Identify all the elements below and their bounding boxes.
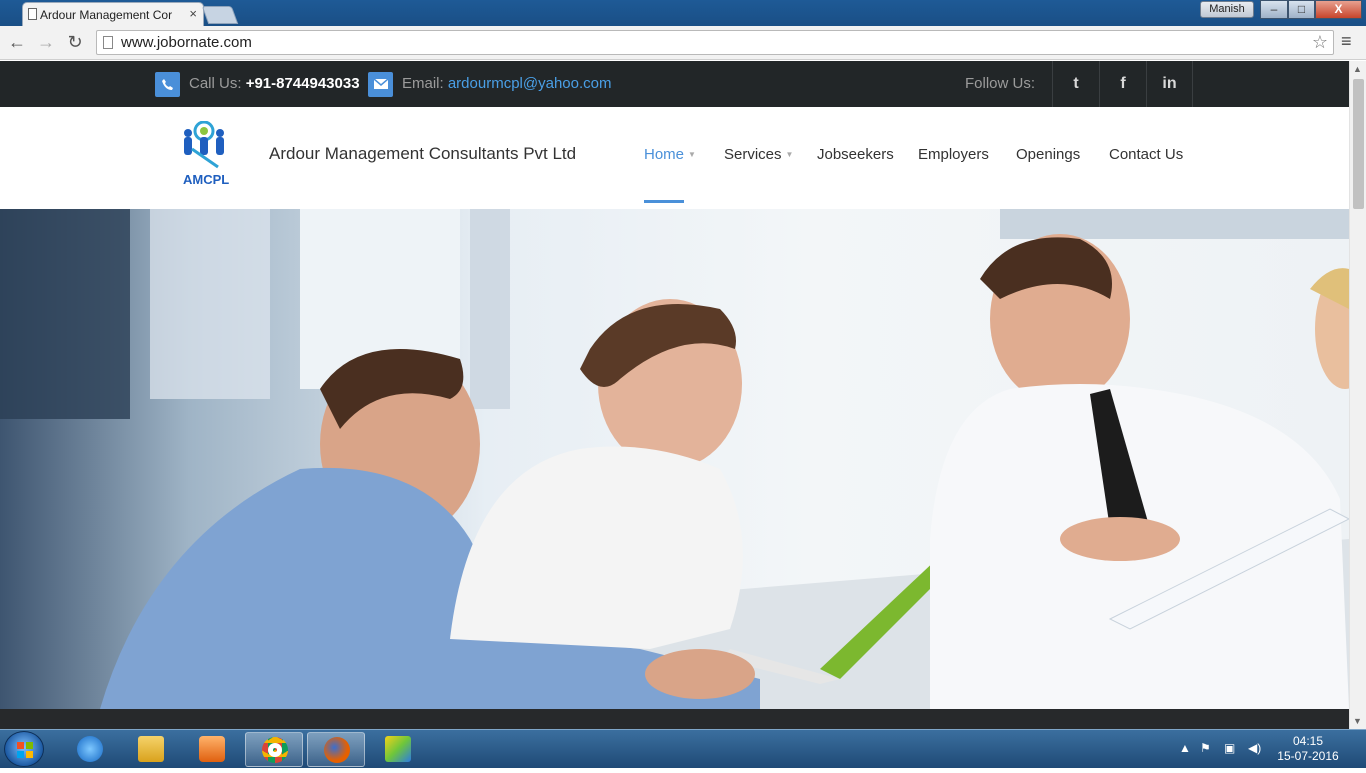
chrome-icon xyxy=(262,737,288,763)
nav-services-label: Services xyxy=(724,146,782,163)
caret-down-icon: ▼ xyxy=(688,150,696,159)
clock-date: 15-07-2016 xyxy=(1277,749,1339,763)
tab-title: Ardour Management Cor xyxy=(40,8,173,22)
media-player-taskbar-button[interactable] xyxy=(183,732,241,767)
network-icon[interactable]: ▣ xyxy=(1224,741,1235,755)
bookmark-star-icon[interactable]: ☆ xyxy=(1312,32,1328,53)
phone-icon xyxy=(155,72,180,97)
browser-menu-icon[interactable]: ≡ xyxy=(1341,31,1352,52)
active-nav-indicator xyxy=(644,200,684,203)
phone-number: +91-8744943033 xyxy=(245,75,360,92)
web-page: Call Us: +91-8744943033 Email: ardourmcp… xyxy=(0,61,1349,729)
show-hidden-icons[interactable]: ▲ xyxy=(1179,741,1191,755)
scroll-down-icon[interactable]: ▼ xyxy=(1353,716,1362,726)
scroll-up-icon[interactable]: ▲ xyxy=(1353,64,1362,74)
ie-icon xyxy=(77,736,103,762)
close-window-button[interactable]: X xyxy=(1315,0,1362,19)
nav-jobseekers[interactable]: Jobseekers xyxy=(817,146,894,163)
action-center-flag-icon[interactable]: ⚑ xyxy=(1200,741,1211,755)
email-label: Email: xyxy=(402,75,448,92)
new-tab-button[interactable] xyxy=(201,6,239,24)
email-icon xyxy=(368,72,393,97)
call-us-text: Call Us: +91-8744943033 xyxy=(189,75,360,92)
logo-text: AMCPL xyxy=(183,172,230,187)
contact-top-bar: Call Us: +91-8744943033 Email: ardourmcp… xyxy=(0,61,1349,107)
browser-tab[interactable]: Ardour Management Cor × xyxy=(22,2,204,26)
browser-toolbar: ← → ↻ www.jobornate.com ☆ ≡ xyxy=(0,26,1366,60)
follow-us-label: Follow Us: xyxy=(965,75,1036,92)
clock-time: 04:15 xyxy=(1292,734,1324,748)
firefox-taskbar-button[interactable] xyxy=(307,732,365,767)
bluestacks-icon xyxy=(385,736,411,762)
hero-banner-image xyxy=(0,209,1349,709)
bluestacks-taskbar-button[interactable] xyxy=(369,732,427,767)
profile-button[interactable]: Manish xyxy=(1200,1,1254,18)
call-us-label: Call Us: xyxy=(189,75,246,92)
maximize-button[interactable]: □ xyxy=(1288,0,1315,19)
facebook-icon[interactable]: f xyxy=(1099,61,1146,107)
internet-explorer-taskbar-button[interactable] xyxy=(61,732,119,767)
site-header: AMCPL Ardour Management Consultants Pvt … xyxy=(0,107,1349,209)
page-scrollbar[interactable]: ▲ ▼ xyxy=(1349,61,1366,729)
windows-taskbar: ▲ ⚑ ▣ ◀) 04:15 15-07-2016 xyxy=(0,729,1366,768)
twitter-icon[interactable]: t xyxy=(1052,61,1099,107)
firefox-icon xyxy=(324,737,350,763)
page-icon xyxy=(103,36,113,49)
chrome-taskbar-button[interactable] xyxy=(245,732,303,767)
nav-home-label: Home xyxy=(644,146,685,163)
system-clock[interactable]: 04:15 15-07-2016 xyxy=(1276,734,1340,764)
browser-title-bar: Ardour Management Cor × Manish – □ X xyxy=(0,0,1366,26)
windows-logo-icon xyxy=(17,742,33,758)
start-button[interactable] xyxy=(4,731,44,767)
nav-employers[interactable]: Employers xyxy=(918,146,989,163)
reload-icon[interactable]: ↻ xyxy=(64,32,86,53)
folder-icon xyxy=(138,736,164,762)
email-text: Email: ardourmcpl@yahoo.com xyxy=(402,75,611,92)
caret-down-icon: ▼ xyxy=(785,150,794,159)
forward-icon[interactable]: → xyxy=(35,32,57,53)
nav-home[interactable]: Home ▼ xyxy=(644,146,696,163)
linkedin-icon[interactable]: in xyxy=(1146,61,1193,107)
url-text: www.jobornate.com xyxy=(121,34,252,51)
nav-openings[interactable]: Openings xyxy=(1016,146,1080,163)
email-link[interactable]: ardourmcpl@yahoo.com xyxy=(448,75,612,92)
address-bar[interactable]: www.jobornate.com ☆ xyxy=(96,30,1334,55)
nav-contact-us[interactable]: Contact Us xyxy=(1109,146,1183,163)
office-team-photo xyxy=(0,209,1349,709)
hero-bottom-strip xyxy=(0,709,1349,729)
tab-close-icon[interactable]: × xyxy=(189,6,197,21)
back-icon[interactable]: ← xyxy=(6,32,28,53)
scrollbar-thumb[interactable] xyxy=(1353,79,1364,209)
company-name[interactable]: Ardour Management Consultants Pvt Ltd xyxy=(269,144,576,164)
page-icon xyxy=(28,8,37,20)
minimize-button[interactable]: – xyxy=(1260,0,1288,19)
volume-icon[interactable]: ◀) xyxy=(1248,741,1261,755)
nav-services[interactable]: Services ▼ xyxy=(724,146,793,163)
media-player-icon xyxy=(199,736,225,762)
file-explorer-taskbar-button[interactable] xyxy=(122,732,180,767)
